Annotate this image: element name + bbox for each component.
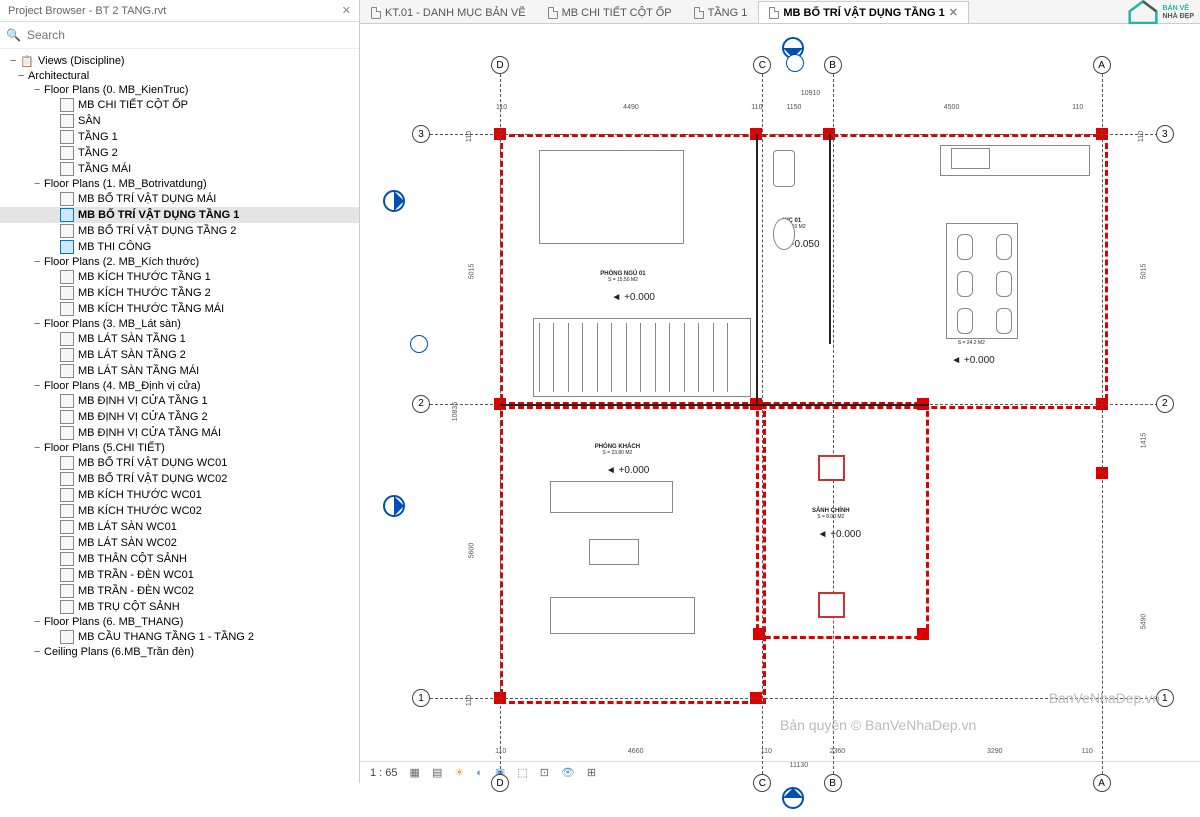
shadows-icon[interactable]: ◐ bbox=[476, 767, 483, 779]
tree-item[interactable]: MB CHI TIẾT CỘT ỐP bbox=[0, 97, 359, 113]
tree-item[interactable]: −Floor Plans (2. MB_Kích thước) bbox=[0, 255, 359, 269]
close-icon[interactable]: ✕ bbox=[949, 6, 958, 19]
tree-item[interactable]: MB KÍCH THƯỚC TẦNG 2 bbox=[0, 285, 359, 301]
search-input[interactable] bbox=[27, 28, 353, 42]
project-browser-panel: Project Browser - BT 2 TANG.rvt ✕ 🔍 −📋Vi… bbox=[0, 0, 360, 783]
tree-item[interactable]: −Floor Plans (6. MB_THANG) bbox=[0, 615, 359, 629]
search-icon: 🔍 bbox=[6, 28, 21, 42]
tree-item[interactable]: MB ĐỊNH VỊ CỬA TẦNG MÁI bbox=[0, 425, 359, 441]
tree-item[interactable]: −Floor Plans (4. MB_Định vị cửa) bbox=[0, 379, 359, 393]
tree-item[interactable]: MB TRỤ CỘT SẢNH bbox=[0, 599, 359, 615]
tree-item[interactable]: −📋Views (Discipline) bbox=[0, 53, 359, 69]
main-area: KT.01 - DANH MỤC BẢN VẼMB CHI TIẾT CỘT Ố… bbox=[360, 0, 1200, 783]
tree-item[interactable]: MB KÍCH THƯỚC TẦNG 1 bbox=[0, 269, 359, 285]
view-tab[interactable]: KT.01 - DANH MỤC BẢN VẼ bbox=[360, 2, 537, 23]
tree-item[interactable]: MB BỐ TRÍ VẬT DỤNG WC02 bbox=[0, 471, 359, 487]
tree-item[interactable]: MB LÁT SÀN TẦNG MÁI bbox=[0, 363, 359, 379]
tree-item[interactable]: MB LÁT SÀN WC01 bbox=[0, 519, 359, 535]
panel-title-bar: Project Browser - BT 2 TANG.rvt ✕ bbox=[0, 0, 359, 22]
project-tree[interactable]: −📋Views (Discipline)−Architectural−Floor… bbox=[0, 49, 359, 783]
tree-item[interactable]: MB TRẦN - ĐÈN WC01 bbox=[0, 567, 359, 583]
sun-path-icon[interactable]: ☀ bbox=[454, 766, 464, 779]
view-tab[interactable]: MB CHI TIẾT CỘT ỐP bbox=[537, 2, 683, 23]
document-icon bbox=[548, 7, 558, 19]
tree-item[interactable]: MB KÍCH THƯỚC TẦNG MÁI bbox=[0, 301, 359, 317]
crop-region-icon[interactable]: ⊡ bbox=[540, 766, 549, 779]
tree-item[interactable]: MB KÍCH THƯỚC WC01 bbox=[0, 487, 359, 503]
view-tabstrip[interactable]: KT.01 - DANH MỤC BẢN VẼMB CHI TIẾT CỘT Ố… bbox=[360, 0, 1200, 24]
tree-item[interactable]: MB ĐỊNH VỊ CỬA TẦNG 1 bbox=[0, 393, 359, 409]
tree-item[interactable]: MB BỐ TRÍ VẬT DỤNG MÁI bbox=[0, 191, 359, 207]
tree-item[interactable]: TẦNG 1 bbox=[0, 129, 359, 145]
tree-item[interactable]: MB LÁT SÀN TẦNG 1 bbox=[0, 331, 359, 347]
search-bar[interactable]: 🔍 bbox=[0, 22, 359, 49]
reveal-icon[interactable]: ⊞ bbox=[587, 766, 596, 779]
document-icon bbox=[371, 7, 381, 19]
view-tab[interactable]: TẦNG 1 bbox=[683, 2, 759, 23]
document-icon bbox=[694, 7, 704, 19]
tree-item[interactable]: MB LÁT SÀN WC02 bbox=[0, 535, 359, 551]
close-icon[interactable]: ✕ bbox=[342, 4, 351, 17]
tree-item[interactable]: MB KÍCH THƯỚC WC02 bbox=[0, 503, 359, 519]
tree-item[interactable]: SÂN bbox=[0, 113, 359, 129]
detail-level-icon[interactable]: ▤ bbox=[432, 766, 442, 779]
tree-item[interactable]: −Architectural bbox=[0, 69, 359, 83]
view-control-bar[interactable]: 1 : 65 ▦ ▤ ☀ ◐ ▣ ⬚ ⊡ 👁 ⊞ bbox=[360, 761, 1200, 783]
tree-item[interactable]: −Ceiling Plans (6.MB_Trần đèn) bbox=[0, 645, 359, 659]
tree-item[interactable]: MB LÁT SÀN TẦNG 2 bbox=[0, 347, 359, 363]
tree-item[interactable]: MB BỐ TRÍ VẬT DỤNG WC01 bbox=[0, 455, 359, 471]
tree-item[interactable]: −Floor Plans (0. MB_KienTruc) bbox=[0, 83, 359, 97]
hide-icon[interactable]: 👁 bbox=[561, 766, 575, 779]
panel-title: Project Browser - BT 2 TANG.rvt bbox=[8, 5, 166, 17]
tree-item[interactable]: MB THI CÔNG bbox=[0, 239, 359, 255]
tree-item[interactable]: MB TRẦN - ĐÈN WC02 bbox=[0, 583, 359, 599]
scale-value[interactable]: 1 : 65 bbox=[370, 767, 398, 779]
tree-item[interactable]: TẦNG 2 bbox=[0, 145, 359, 161]
tree-item[interactable]: −Floor Plans (1. MB_Botrivatdung) bbox=[0, 177, 359, 191]
crop-view-icon[interactable]: ⬚ bbox=[517, 766, 527, 779]
tree-item[interactable]: MB BỐ TRÍ VẬT DỤNG TẦNG 2 bbox=[0, 223, 359, 239]
tree-item[interactable]: MB ĐỊNH VỊ CỬA TẦNG 2 bbox=[0, 409, 359, 425]
tree-item[interactable]: MB THÂN CỘT SẢNH bbox=[0, 551, 359, 567]
tree-item[interactable]: MB BỐ TRÍ VẬT DỤNG TẦNG 1 bbox=[0, 207, 359, 223]
drawing-canvas[interactable]: DDCCBBAA33221111044901101150450011010910… bbox=[360, 24, 1200, 761]
document-icon bbox=[769, 7, 779, 19]
view-tab[interactable]: MB BỐ TRÍ VẬT DỤNG TẦNG 1✕ bbox=[758, 1, 969, 23]
tree-item[interactable]: MB CẦU THANG TẦNG 1 - TẦNG 2 bbox=[0, 629, 359, 645]
floor-plan: DDCCBBAA33221111044901101150450011010910… bbox=[420, 44, 1180, 764]
tree-item[interactable]: −Floor Plans (3. MB_Lát sàn) bbox=[0, 317, 359, 331]
tree-item[interactable]: −Floor Plans (5.CHI TIẾT) bbox=[0, 441, 359, 455]
tree-item[interactable]: TẦNG MÁI bbox=[0, 161, 359, 177]
model-graphics-icon[interactable]: ▦ bbox=[410, 766, 420, 779]
